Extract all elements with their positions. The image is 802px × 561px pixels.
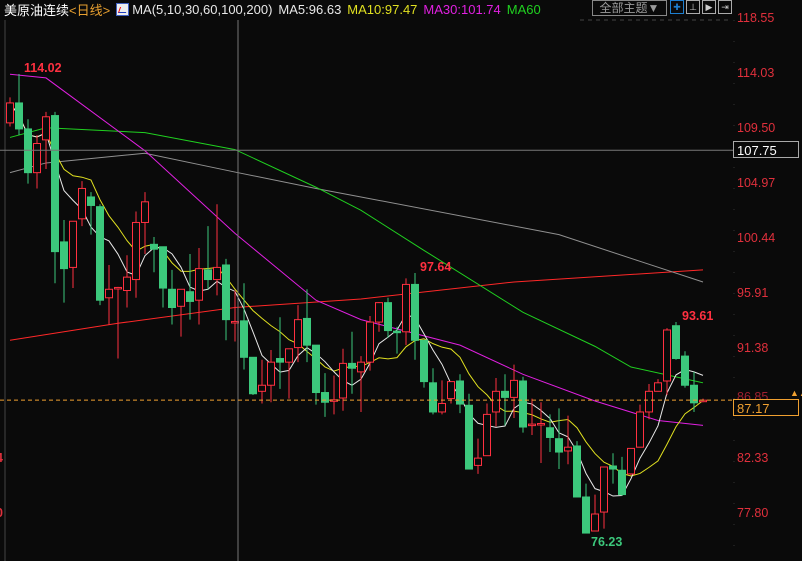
candle-body (519, 380, 527, 428)
candle-body (465, 404, 473, 470)
left-axis-fragment: 0 (0, 506, 3, 520)
candle-body (384, 302, 392, 332)
candle-body (348, 362, 356, 369)
candle-body (222, 264, 230, 321)
candlestick-chart[interactable] (0, 0, 802, 561)
high-annotation: 114.02 (24, 61, 62, 75)
candle-body (285, 348, 293, 363)
candle-body (105, 288, 113, 299)
candle-body (33, 143, 41, 174)
ma10-line (9, 102, 704, 477)
y-tick-label: 77.80 (737, 506, 769, 520)
candle-body (591, 513, 599, 532)
candle-body (294, 319, 302, 349)
candle-body (258, 384, 266, 392)
ma30-line (9, 73, 704, 426)
candle-body (510, 379, 518, 398)
candle-body (474, 457, 482, 466)
candle-body (213, 266, 221, 281)
candle-body (447, 381, 455, 400)
candle-body (411, 283, 419, 341)
candle-body (537, 423, 545, 426)
candle-body (132, 221, 140, 281)
candle-body (51, 115, 59, 253)
candle-body (645, 390, 653, 413)
candle-body (24, 128, 32, 174)
candle-body (267, 361, 275, 386)
candle-body (636, 411, 644, 448)
candle-body (60, 241, 68, 270)
candle-body (168, 288, 176, 308)
candle-body (501, 390, 509, 398)
candle-body (555, 438, 563, 453)
candle-body (681, 355, 689, 386)
y-tick-label: 100.44 (737, 230, 776, 245)
candle-body (366, 321, 374, 363)
candle-body (438, 402, 446, 413)
candle-body (483, 413, 491, 457)
candle-body (69, 220, 77, 268)
mid-high-annotation: 97.64 (420, 260, 452, 274)
candle-body (429, 382, 437, 413)
candle-body (420, 339, 428, 383)
candle-body (564, 446, 572, 452)
candle-body (321, 392, 329, 403)
candle-body (375, 302, 383, 323)
candle-body (609, 465, 617, 470)
candle-body (654, 382, 662, 392)
candle-body (303, 317, 311, 346)
candle-body (402, 283, 410, 333)
candle-body (249, 356, 257, 395)
candle-body (672, 325, 680, 360)
y-tick-label: 118.55 (737, 11, 775, 25)
candle-body (312, 344, 320, 394)
candle-body (15, 102, 23, 130)
candle-body (123, 276, 131, 291)
candle-body (627, 447, 635, 475)
candle-body (186, 291, 194, 302)
candle-body (573, 445, 581, 498)
ma200-line (9, 269, 704, 341)
y-tick-label: 95.91 (737, 286, 769, 300)
ma60-line (9, 127, 704, 384)
candle-body (393, 330, 401, 334)
candle-body (195, 268, 203, 301)
candle-body (663, 329, 671, 382)
candle-body (546, 427, 554, 438)
candle-body (276, 358, 284, 363)
low-annotation: 76.23 (591, 535, 623, 549)
candle-body (204, 269, 212, 281)
last-price-label: 87.17 (733, 399, 799, 417)
candle-body (141, 201, 149, 223)
candle-body (114, 286, 122, 290)
candle-body (78, 187, 86, 220)
candle-body (240, 320, 248, 358)
y-tick-label: 114.03 (737, 65, 775, 80)
candle-body (618, 469, 626, 496)
y-tick-label: 82.33 (737, 450, 769, 465)
candle-body (339, 362, 347, 399)
candle-body (96, 206, 104, 301)
ma100-line (9, 152, 704, 283)
scroll-up-icon[interactable]: ▲▲ (790, 389, 802, 398)
candle-body (231, 320, 239, 324)
candle-body (150, 243, 158, 250)
candle-body (159, 246, 167, 289)
candle-body (582, 496, 590, 534)
candle-body (177, 288, 185, 307)
candle-body (6, 102, 14, 124)
candle-body (492, 390, 500, 413)
recent-high-annotation: 93.61 (682, 309, 714, 323)
candle-body (357, 361, 365, 373)
y-tick-label: 104.97 (737, 175, 776, 190)
candle-body (87, 196, 95, 206)
candle-body (42, 116, 50, 141)
y-tick-label: 91.38 (737, 341, 769, 356)
left-axis-fragment: 4 (0, 451, 3, 465)
candle-body (600, 466, 608, 513)
y-tick-label: 109.50 (737, 120, 776, 135)
crosshair-price-label: 107.75 (733, 141, 799, 159)
candle-body (528, 423, 536, 427)
